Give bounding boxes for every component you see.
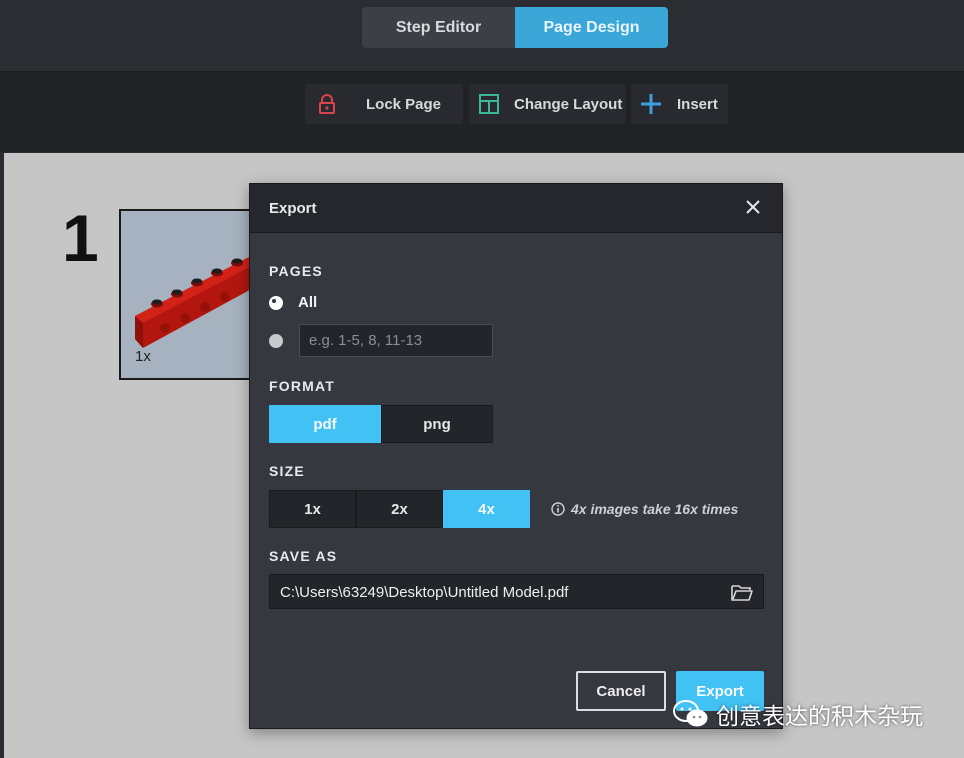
size-4x-option[interactable]: 4x: [443, 490, 530, 528]
top-bar: Step Editor Page Design: [0, 0, 964, 72]
mode-toggle: Step Editor Page Design: [362, 7, 668, 48]
step-number: 1: [62, 201, 99, 275]
pages-range-radio[interactable]: [269, 334, 283, 348]
info-icon: [551, 502, 565, 516]
format-pdf-option[interactable]: pdf: [269, 405, 381, 443]
size-hint: 4x images take 16x times: [551, 501, 738, 517]
size-2x-option[interactable]: 2x: [356, 490, 443, 528]
save-as-heading: SAVE AS: [269, 548, 338, 564]
pages-heading: PAGES: [269, 263, 323, 279]
page-design-tab[interactable]: Page Design: [515, 7, 668, 48]
size-heading: SIZE: [269, 463, 305, 479]
page-toolbar: Lock Page Change Layout Insert: [0, 72, 964, 152]
step-editor-tab[interactable]: Step Editor: [362, 7, 515, 48]
watermark: 创意表达的积木杂玩: [672, 697, 923, 731]
format-png-option[interactable]: png: [381, 405, 493, 443]
watermark-text: 创意表达的积木杂玩: [716, 704, 923, 730]
save-path-field[interactable]: C:\Users\63249\Desktop\Untitled Model.pd…: [269, 574, 764, 609]
pages-all-label: All: [298, 294, 318, 311]
lock-page-button[interactable]: Lock Page: [305, 84, 463, 124]
save-path-text: C:\Users\63249\Desktop\Untitled Model.pd…: [280, 584, 569, 601]
parts-list-callout[interactable]: 1x: [119, 209, 259, 380]
page-range-input[interactable]: [299, 324, 493, 357]
plus-icon: [640, 93, 662, 115]
dialog-title: Export: [269, 200, 317, 217]
cancel-button[interactable]: Cancel: [576, 671, 666, 711]
export-dialog: Export PAGES All FORMAT pdf png SIZE 1x …: [249, 183, 783, 729]
insert-label: Insert: [677, 95, 718, 113]
format-heading: FORMAT: [269, 378, 336, 394]
layout-icon: [478, 93, 500, 115]
size-selector: 1x 2x 4x: [269, 490, 530, 528]
close-icon[interactable]: [744, 198, 762, 216]
size-1x-option[interactable]: 1x: [269, 490, 356, 528]
wechat-logo-icon: [672, 699, 710, 729]
insert-button[interactable]: Insert: [631, 84, 728, 124]
part-quantity: 1x: [135, 348, 151, 365]
change-layout-button[interactable]: Change Layout: [469, 84, 626, 124]
lock-icon: [316, 93, 338, 115]
lock-page-label: Lock Page: [366, 95, 442, 113]
size-hint-text: 4x images take 16x times: [571, 501, 739, 517]
format-selector: pdf png: [269, 405, 493, 443]
dialog-header: Export: [250, 184, 782, 233]
change-layout-label: Change Layout: [514, 95, 623, 113]
pages-all-radio[interactable]: [269, 296, 283, 310]
folder-icon[interactable]: [730, 582, 754, 602]
